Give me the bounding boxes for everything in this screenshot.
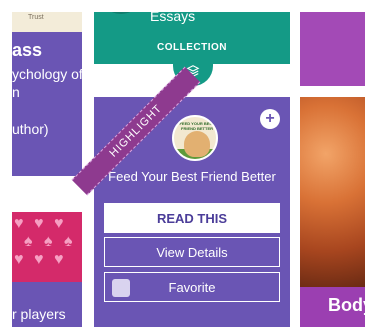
book-title: Body	[328, 295, 365, 315]
book-title: ass	[12, 40, 43, 60]
book-cover-pattern: ♥ ♥ ♥ ♠ ♠ ♠ ♥ ♥ ♥	[12, 212, 82, 282]
favorite-label: Favorite	[168, 279, 216, 295]
add-icon[interactable]: +	[260, 109, 280, 129]
read-this-button[interactable]: READ THIS	[104, 203, 280, 233]
favorite-button[interactable]: Favorite	[104, 272, 280, 302]
book-cover-title: FEED YOUR BEST FRIEND BETTER	[179, 121, 215, 131]
collection-label: COLLECTION	[157, 42, 227, 53]
partial-book-card-left[interactable]: Trust ass ychology of n uthor)	[12, 0, 82, 176]
book-title-line: ychology of	[12, 66, 82, 82]
book-title-line: n	[12, 84, 20, 100]
book-title: Feed Your Best Friend Better	[108, 169, 276, 184]
book-cover-thumbnail: FEED YOUR BEST FRIEND BETTER	[172, 115, 218, 161]
partial-card-right[interactable]	[300, 0, 365, 86]
partial-book-card-right[interactable]: Body	[300, 97, 365, 327]
book-author: uthor)	[12, 121, 49, 137]
book-cover-label: Trust	[28, 14, 44, 21]
view-details-button[interactable]: View Details	[104, 237, 280, 267]
book-cover-painting	[300, 97, 365, 287]
book-title: r players	[12, 306, 66, 322]
favorite-checkbox[interactable]	[112, 279, 130, 297]
top-edge	[0, 0, 365, 12]
partial-book-card-left-bottom[interactable]: ♥ ♥ ♥ ♠ ♠ ♠ ♥ ♥ ♥ r players	[12, 212, 82, 327]
